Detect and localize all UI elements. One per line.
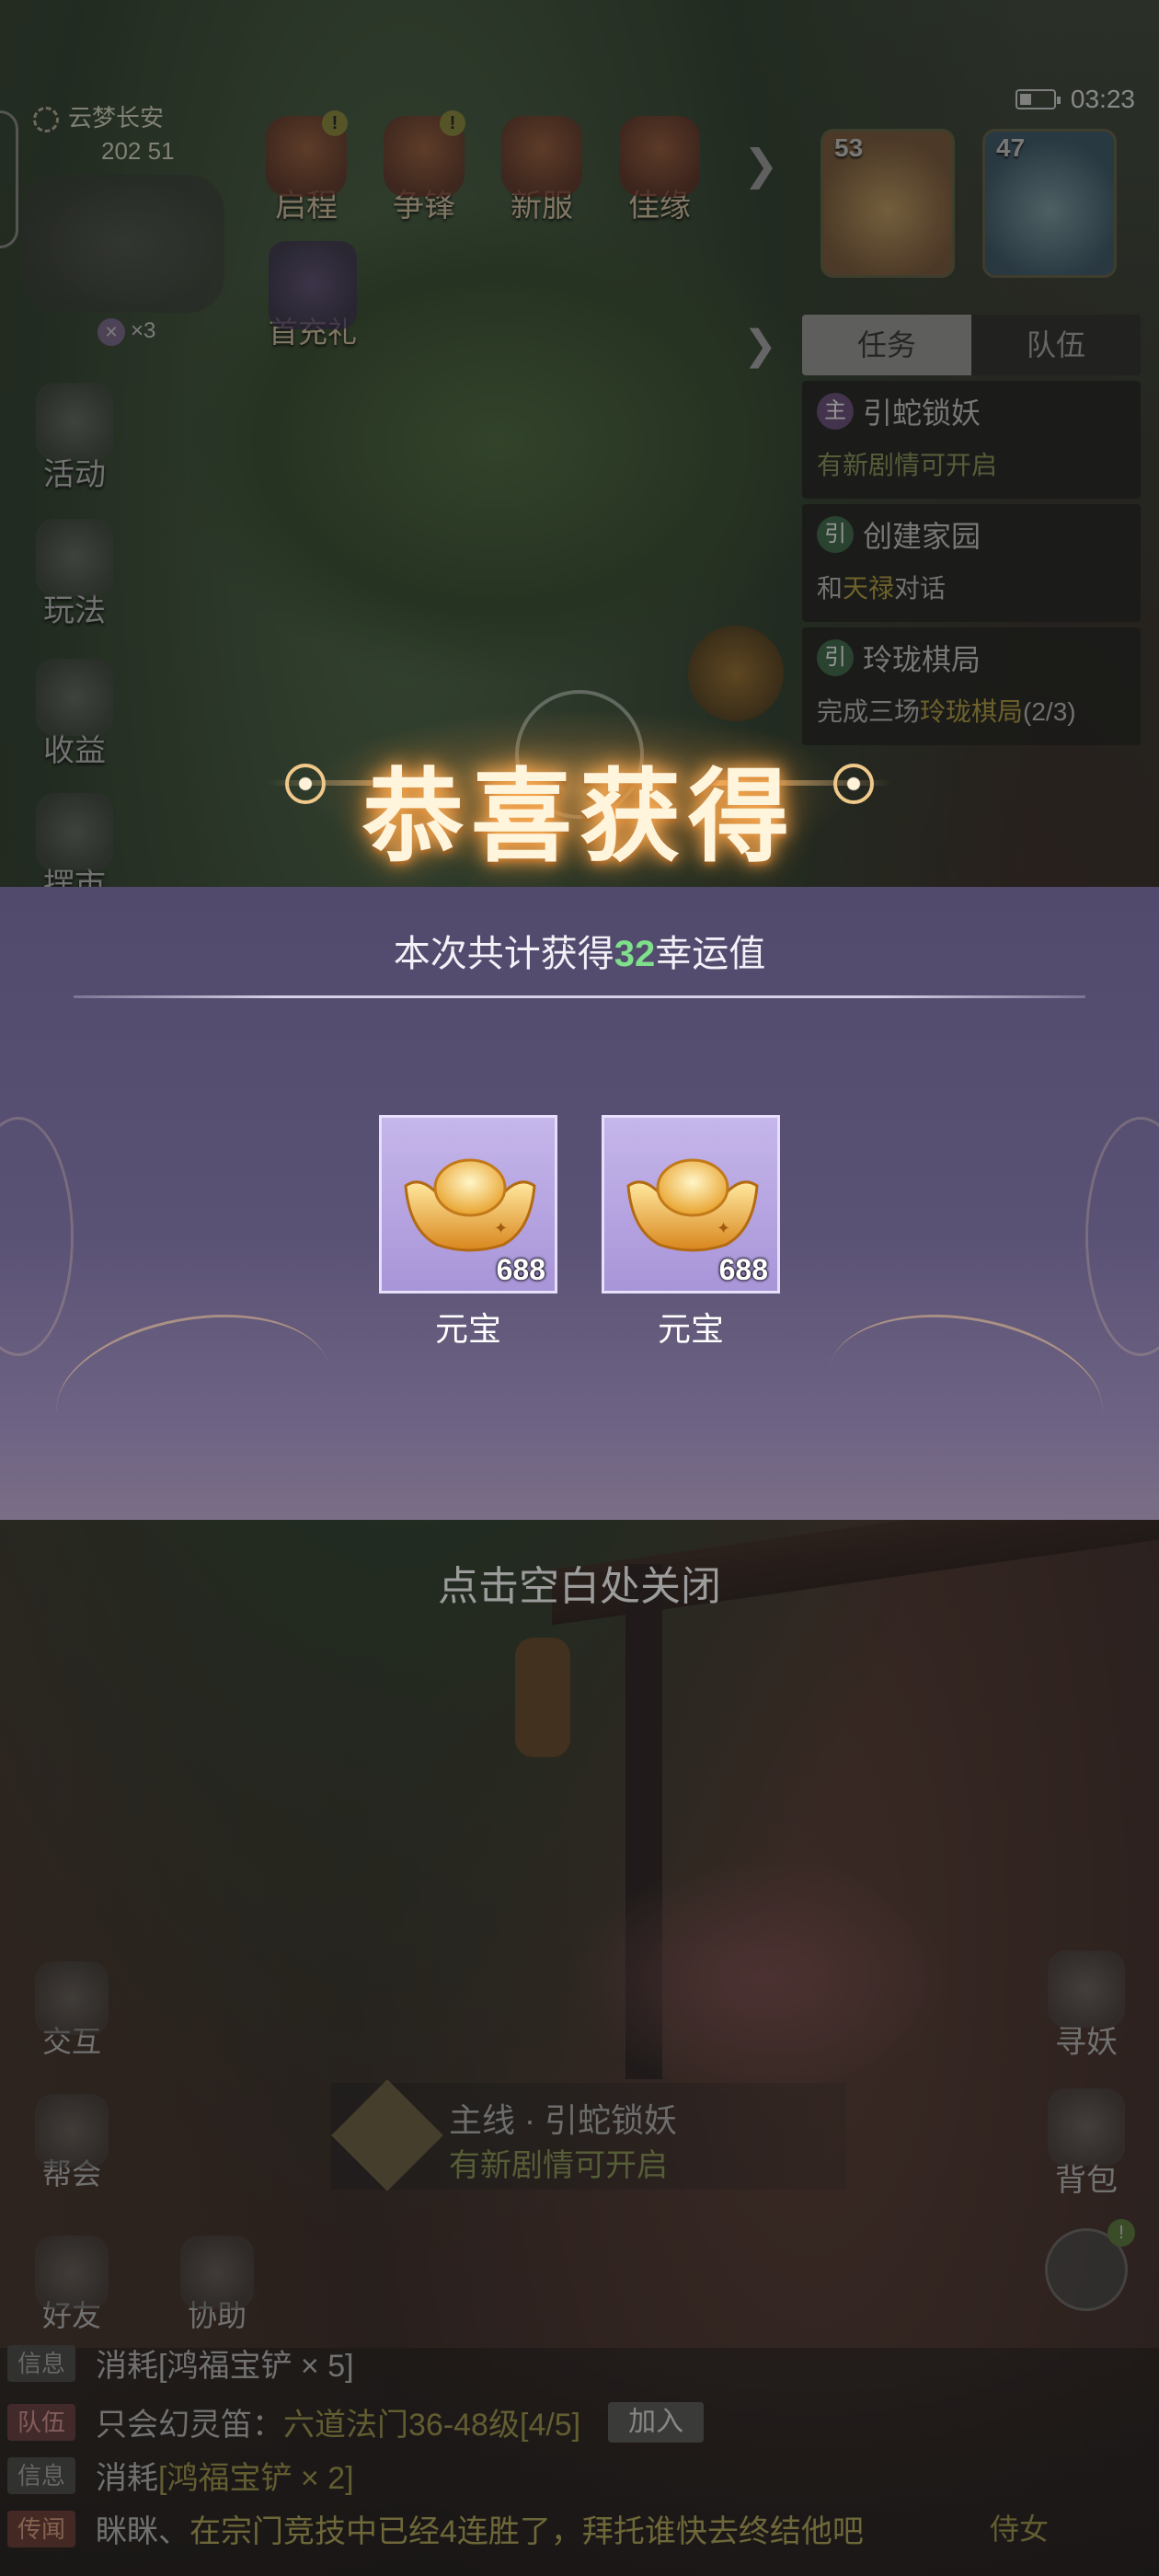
reward-item-slot[interactable]: ✦ 688 (379, 1115, 557, 1294)
reward-item[interactable]: ✦ 688 元宝 (602, 1115, 780, 1351)
reward-item-qty: 688 (718, 1253, 768, 1286)
summary-divider (74, 995, 1085, 998)
reward-title-banner: 恭喜获得 (0, 690, 1159, 883)
reward-panel: 本次共计获得32幸运值 ✦ 688 元宝 ✦ 688 元宝 (0, 887, 1159, 1520)
reward-item-qty: 688 (496, 1253, 545, 1286)
reward-title: 恭喜获得 (362, 757, 797, 876)
reward-item-name: 元宝 (434, 1310, 501, 1348)
gold-ingot-icon: ✦ (404, 1158, 536, 1252)
gold-ingot-icon: ✦ (626, 1158, 759, 1252)
luck-value: 32 (614, 934, 656, 974)
svg-text:✦: ✦ (494, 1219, 508, 1238)
close-hint[interactable]: 点击空白处关闭 (0, 1553, 1159, 1612)
summary-suffix: 幸运值 (655, 934, 766, 974)
reward-summary: 本次共计获得32幸运值 (0, 924, 1159, 977)
reward-item-name: 元宝 (657, 1310, 724, 1348)
reward-item[interactable]: ✦ 688 元宝 (379, 1115, 557, 1351)
reward-item-slot[interactable]: ✦ 688 (602, 1115, 780, 1294)
svg-text:✦: ✦ (717, 1219, 730, 1238)
reward-items: ✦ 688 元宝 ✦ 688 元宝 (0, 1115, 1159, 1351)
summary-prefix: 本次共计获得 (393, 934, 614, 974)
